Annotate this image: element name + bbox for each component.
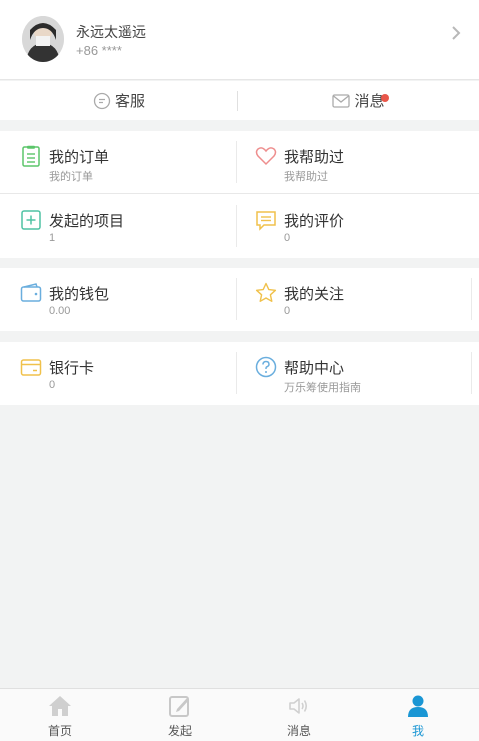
avatar: [22, 16, 64, 62]
unread-dot: [381, 94, 389, 102]
add-square-icon: [21, 210, 41, 230]
heart-icon: [255, 147, 277, 166]
help-center-item[interactable]: 帮助中心 万乐筹使用指南: [237, 342, 479, 405]
customer-service-label: 客服: [114, 93, 145, 110]
tab-messages[interactable]: 消息: [239, 689, 359, 741]
projects-title: 发起的项目: [49, 213, 125, 230]
my-orders-item[interactable]: 我的订单 我的订单: [0, 131, 237, 194]
profile-header[interactable]: 永远太遥远 +86 ****: [0, 0, 479, 80]
bankcard-item[interactable]: 银行卡 0: [0, 342, 237, 405]
follows-count: 0: [284, 305, 291, 317]
helped-sub: 我帮助过: [284, 171, 328, 183]
cell-divider: [471, 278, 472, 320]
reviews-count: 0: [284, 232, 291, 244]
helped-item[interactable]: 我帮助过 我帮助过: [237, 131, 479, 194]
edit-icon: [169, 696, 189, 717]
reviews-item[interactable]: 我的评价 0: [237, 195, 479, 258]
bankcard-count: 0: [49, 379, 56, 391]
wallet-item[interactable]: 我的钱包 0.00: [0, 268, 237, 331]
quick-bar: 客服 消息: [0, 81, 479, 120]
menu-group-wallet: 我的钱包 0.00 我的关注 0: [0, 268, 479, 331]
chat-bubble-icon: [93, 92, 111, 109]
menu-row: 我的钱包 0.00 我的关注 0: [0, 268, 479, 331]
reviews-title: 我的评价: [284, 213, 345, 230]
follows-title: 我的关注: [284, 286, 345, 303]
menu-group-bank: 银行卡 0 帮助中心 万乐筹使用指南: [0, 342, 479, 405]
tab-create[interactable]: 发起: [120, 689, 240, 741]
tab-home[interactable]: 首页: [0, 689, 120, 741]
menu-row: 银行卡 0 帮助中心 万乐筹使用指南: [0, 342, 479, 405]
wallet-title: 我的钱包: [49, 286, 110, 303]
profile-name: 永远太遥远: [76, 24, 146, 40]
customer-service-button[interactable]: 客服: [0, 81, 238, 120]
chevron-right-icon: [452, 26, 461, 40]
projects-item[interactable]: 发起的项目 1: [0, 195, 237, 258]
bankcard-title: 银行卡: [49, 360, 95, 377]
profile-phone: +86 ****: [76, 43, 122, 58]
projects-count: 1: [49, 232, 56, 244]
messages-button[interactable]: 消息: [238, 81, 479, 120]
clipboard-icon: [22, 145, 40, 167]
cell-divider: [471, 352, 472, 394]
tab-messages-label: 消息: [286, 724, 311, 738]
helped-title: 我帮助过: [284, 149, 345, 166]
help-center-title: 帮助中心: [284, 360, 345, 377]
mail-icon: [332, 93, 351, 108]
my-orders-sub: 我的订单: [49, 171, 93, 183]
home-icon: [49, 696, 71, 716]
star-icon: [255, 282, 277, 302]
menu-row: 我的订单 我的订单 我帮助过 我帮助过: [0, 131, 479, 194]
tab-me[interactable]: 我: [358, 689, 478, 741]
help-center-sub: 万乐筹使用指南: [284, 382, 361, 394]
wallet-balance: 0.00: [49, 305, 71, 317]
follows-item[interactable]: 我的关注 0: [237, 268, 479, 331]
comment-icon: [256, 211, 276, 231]
tab-me-label: 我: [411, 724, 424, 738]
my-orders-title: 我的订单: [49, 149, 110, 166]
question-icon: [255, 356, 277, 378]
card-icon: [20, 359, 42, 376]
wallet-icon: [20, 283, 42, 302]
messages-label: 消息: [354, 93, 385, 110]
tab-home-label: 首页: [47, 724, 72, 738]
bottom-tab-bar: 首页 发起 消息 我: [0, 688, 479, 741]
menu-row: 发起的项目 1 我的评价 0: [0, 195, 479, 258]
menu-group-orders: 我的订单 我的订单 我帮助过 我帮助过 发起的项目 1 我的评价 0: [0, 131, 479, 258]
speaker-icon: [289, 698, 308, 714]
user-icon: [408, 695, 428, 717]
tab-create-label: 发起: [167, 724, 192, 738]
